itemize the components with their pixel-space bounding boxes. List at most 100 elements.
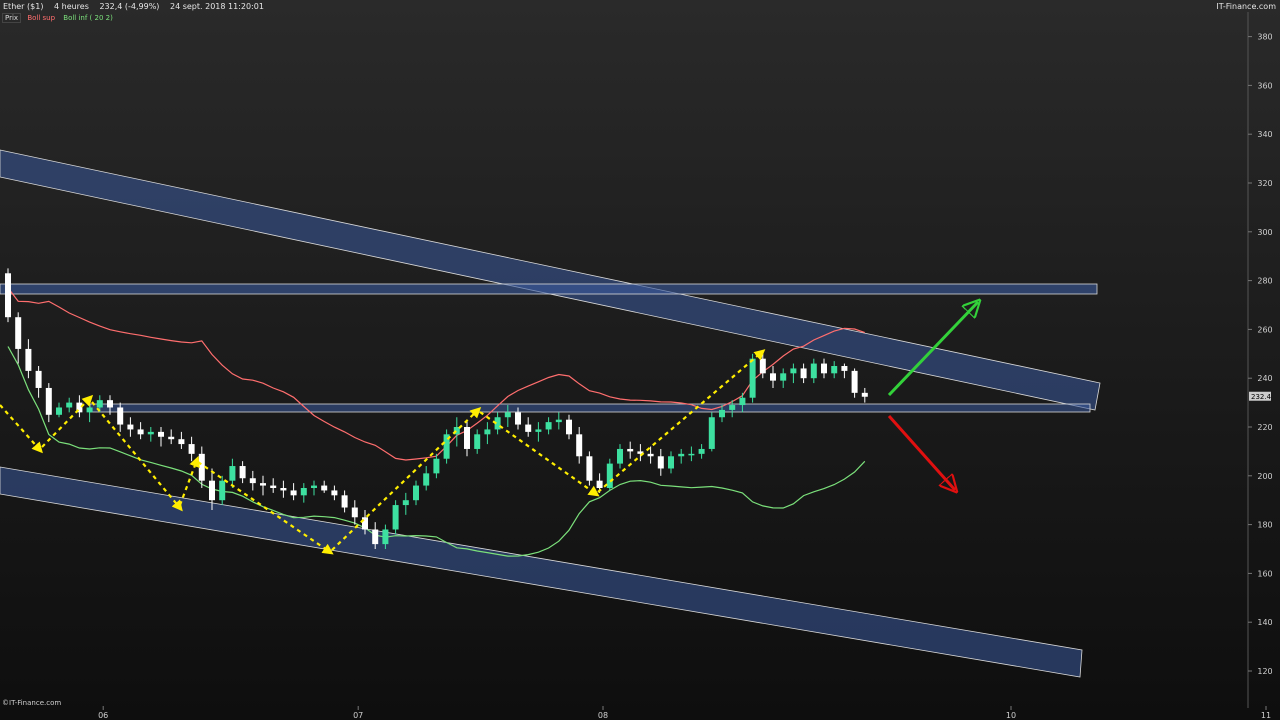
y-tick-label: 280: [1257, 277, 1272, 286]
candle-body: [117, 407, 124, 425]
candle-body: [678, 453, 685, 457]
candle-body: [25, 348, 32, 371]
y-tick-label: 240: [1257, 374, 1272, 383]
candle-body: [617, 448, 623, 464]
candle-body: [627, 448, 634, 452]
candle-body: [576, 434, 583, 457]
candle-body: [515, 412, 521, 425]
candle-body: [56, 407, 62, 415]
candle-body: [158, 431, 164, 437]
candle-body: [168, 436, 175, 440]
last-price-value: 232.4: [1251, 393, 1272, 401]
last-price-tag: 232.4: [1249, 391, 1272, 401]
candle-body: [15, 317, 22, 349]
candle-body: [464, 427, 470, 449]
candle-body: [596, 480, 603, 488]
candle-body: [239, 466, 246, 479]
candle-body: [372, 529, 379, 545]
y-tick-label: 320: [1257, 179, 1272, 188]
candle-body: [545, 422, 552, 430]
candle-body: [147, 431, 154, 435]
candle-body: [5, 273, 11, 318]
candle-body: [647, 453, 654, 457]
candle-body: [749, 358, 756, 398]
y-tick-label: 160: [1257, 569, 1272, 578]
candle-body: [229, 466, 236, 481]
candle-body: [260, 483, 266, 486]
candle-body: [841, 366, 848, 371]
candle-body: [770, 373, 776, 381]
candle-body: [209, 480, 215, 501]
candle-body: [270, 485, 277, 488]
candle-body: [433, 458, 440, 474]
y-tick-label: 180: [1257, 521, 1272, 530]
y-tick-label: 260: [1257, 325, 1272, 334]
candle-body: [780, 373, 787, 381]
y-tick-label: 380: [1257, 33, 1272, 42]
candle-body: [535, 429, 542, 432]
y-tick-label: 120: [1257, 667, 1272, 676]
candle-body: [249, 478, 256, 484]
candle-body: [178, 439, 185, 445]
x-tick-label: 06: [98, 711, 108, 720]
candle-body: [351, 507, 358, 518]
y-tick-label: 140: [1257, 618, 1272, 627]
candle-body: [698, 448, 705, 454]
candle-body: [290, 490, 297, 496]
candle-body: [729, 405, 736, 410]
candle-body: [657, 456, 664, 469]
price-chart[interactable]: 120 140 160 180 200 220 240 260 280 300 320 340 360 3…: [0, 0, 1280, 720]
candle-body: [810, 363, 817, 379]
candle-body: [668, 456, 674, 469]
candle-body: [719, 409, 725, 418]
candle-body: [504, 412, 511, 418]
x-tick-label: 11: [1261, 711, 1271, 720]
candle-body: [821, 363, 827, 374]
candle-body: [474, 434, 481, 449]
candle-body: [566, 419, 572, 435]
candle-body: [831, 366, 838, 374]
candle-body: [300, 488, 307, 496]
bearish-scenario-arrow: [887, 415, 955, 490]
y-tick-label: 200: [1257, 472, 1272, 481]
candle-body: [188, 444, 195, 454]
candle-body: [341, 495, 348, 508]
x-tick-label: 07: [353, 711, 363, 720]
swing-lines: [0, 349, 766, 555]
candle-body: [606, 463, 613, 488]
candle-body: [382, 529, 389, 545]
candle-body: [851, 370, 858, 393]
candle-body: [280, 488, 287, 491]
y-tick-label: 300: [1257, 228, 1272, 237]
candle-body: [586, 456, 593, 481]
candle-body: [484, 429, 491, 435]
candle-body: [392, 505, 399, 530]
candle-body: [35, 370, 42, 388]
candle-body: [137, 429, 144, 435]
candle-body: [555, 419, 562, 423]
candle-body: [96, 400, 103, 408]
candle-body: [688, 453, 695, 456]
candle-body: [107, 400, 113, 408]
candle-body: [759, 358, 766, 374]
candle-body: [525, 424, 532, 432]
y-tick-label: 360: [1257, 81, 1272, 90]
candle-body: [861, 392, 868, 397]
candle-body: [198, 453, 205, 481]
candle-body: [127, 424, 134, 430]
candle-body: [402, 500, 409, 506]
candle-body: [321, 485, 328, 491]
upper-descending-channel[interactable]: [0, 149, 1101, 411]
y-tick-label: 220: [1257, 423, 1272, 432]
resistance-zone[interactable]: [0, 283, 1098, 295]
candle-body: [413, 485, 419, 501]
lower-descending-channel[interactable]: [0, 466, 1083, 678]
support-zone[interactable]: [89, 403, 1091, 413]
candle-body: [423, 473, 430, 486]
candle-body: [45, 387, 52, 415]
bollinger-lower-band: [7, 346, 866, 557]
candle-body: [66, 402, 73, 408]
candle-body: [708, 417, 715, 449]
x-tick-label: 08: [598, 711, 608, 720]
x-axis: 0607081011121314151718192021222425262728…: [98, 706, 1271, 720]
